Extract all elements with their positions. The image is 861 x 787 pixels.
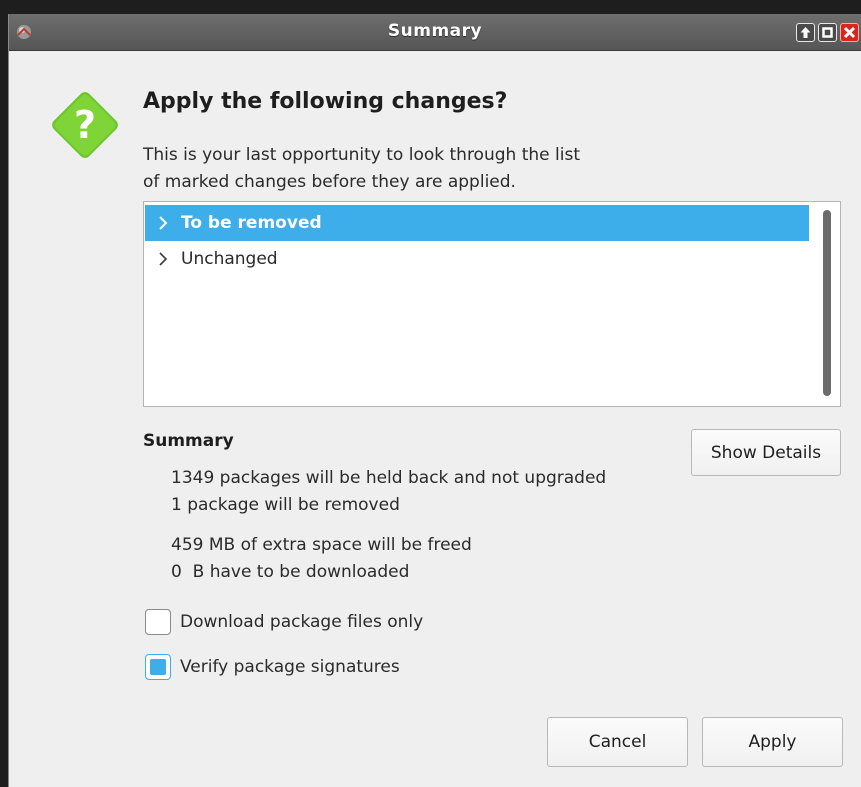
summary-heading: Summary: [143, 431, 234, 451]
cancel-button[interactable]: Cancel: [547, 717, 688, 767]
download-only-label[interactable]: Download package files only: [180, 612, 423, 632]
chevron-right-icon[interactable]: [153, 213, 173, 233]
maximize-button[interactable]: [796, 23, 815, 42]
summary-line-download-size: 0 B have to be downloaded: [171, 562, 410, 582]
download-only-checkbox[interactable]: [145, 609, 171, 635]
summary-dialog-window: Summary ? Apply the following changes? T…: [8, 14, 861, 787]
square-icon: [822, 27, 833, 38]
window-title: Summary: [387, 21, 483, 41]
summary-line-held-back: 1349 packages will be held back and not …: [171, 468, 607, 488]
question-mark-icon: ?: [47, 87, 123, 163]
summary-line-removed: 1 package will be removed: [171, 495, 400, 515]
scrollbar-thumb[interactable]: [823, 210, 831, 396]
description-line: This is your last opportunity to look th…: [143, 145, 580, 165]
show-details-button[interactable]: Show Details: [691, 429, 841, 476]
list-item-to-be-removed[interactable]: To be removed: [145, 205, 809, 241]
description-line: of marked changes before they are applie…: [143, 172, 516, 192]
arrow-up-icon: [800, 27, 811, 38]
apply-button[interactable]: Apply: [702, 717, 843, 767]
restore-button[interactable]: [818, 23, 837, 42]
verify-signatures-option[interactable]: Verify package signatures: [145, 654, 400, 680]
close-button[interactable]: [840, 23, 859, 42]
chevron-right-icon[interactable]: [153, 249, 173, 269]
vertical-scrollbar[interactable]: [813, 203, 839, 405]
dialog-heading: Apply the following changes?: [143, 89, 508, 114]
title-bar[interactable]: Summary: [9, 14, 861, 51]
list-item-label: To be removed: [181, 213, 322, 233]
download-only-option[interactable]: Download package files only: [145, 609, 423, 635]
changes-tree-list[interactable]: To be removed Unchanged: [143, 201, 841, 407]
list-item-unchanged[interactable]: Unchanged: [145, 241, 809, 277]
checkbox-checked-indicator: [150, 659, 166, 675]
close-icon: [843, 26, 856, 39]
list-item-label: Unchanged: [181, 249, 278, 269]
svg-text:?: ?: [74, 103, 96, 147]
window-controls: [796, 23, 859, 42]
verify-signatures-checkbox[interactable]: [145, 654, 171, 680]
verify-signatures-label[interactable]: Verify package signatures: [180, 657, 400, 677]
summary-line-space-freed: 459 MB of extra space will be freed: [171, 535, 472, 555]
dialog-description: This is your last opportunity to look th…: [143, 142, 703, 196]
